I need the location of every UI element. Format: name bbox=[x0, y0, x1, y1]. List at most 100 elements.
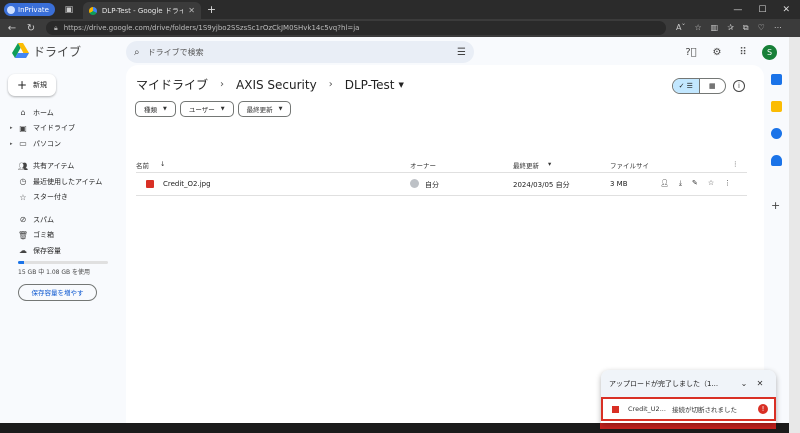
refresh-icon[interactable]: ↻ bbox=[24, 23, 38, 34]
settings-gear-icon[interactable]: ⚙ bbox=[710, 46, 724, 60]
column-modified-header[interactable]: 最終更新 bbox=[513, 160, 539, 170]
filter-type-chip[interactable]: 種類 ▼ bbox=[135, 101, 176, 117]
storage-bar-fill bbox=[18, 260, 25, 264]
drive-logo-icon[interactable] bbox=[12, 43, 29, 58]
maximize-icon[interactable]: ☐ bbox=[758, 5, 766, 15]
inprivate-badge[interactable]: InPrivate bbox=[4, 3, 55, 16]
search-icon[interactable]: ⌕ bbox=[134, 47, 140, 58]
upload-panel: アップロードが完了しました（1... ⌄ ✕ Credit_U2... 接続が切… bbox=[601, 370, 776, 423]
sidebar-nav: ⌂ ホーム ▸ ▣ マイドライブ ▸ ▭ パソコン 👥︎ 共有アイテム ◷ 最近使用… bbox=[10, 105, 120, 301]
upload-item[interactable]: Credit_U2... 接続が切断されました ! bbox=[601, 397, 776, 421]
collapse-icon[interactable]: ⌄ bbox=[736, 379, 752, 388]
home-icon: ⌂ bbox=[20, 108, 26, 118]
column-size-header[interactable]: ファイルサイ bbox=[610, 160, 649, 170]
search-bar[interactable]: ⌕ ドライブで検索 ☰ bbox=[126, 41, 474, 63]
minimize-icon[interactable]: — bbox=[733, 5, 742, 15]
sidebar-item-recent[interactable]: ◷ 最近使用したアイテム bbox=[10, 174, 120, 190]
browser-tab[interactable]: DLP-Test - Google ドライブ ✕ bbox=[82, 2, 201, 19]
column-owner-header[interactable]: オーナー bbox=[410, 160, 436, 170]
sidebar-item-trash[interactable]: 🗑︎ ゴミ箱 bbox=[10, 228, 120, 244]
tab-actions-icon[interactable]: ▣ bbox=[63, 4, 75, 16]
contacts-icon[interactable] bbox=[771, 155, 782, 166]
lock-icon: 🔒︎ bbox=[54, 23, 58, 32]
view-toggle: ✓ ☰ ▦ bbox=[672, 78, 726, 94]
tab-title: DLP-Test - Google ドライブ bbox=[101, 6, 184, 15]
rename-icon[interactable]: ✎ bbox=[692, 179, 698, 188]
filter-label: ユーザー bbox=[188, 106, 215, 114]
search-options-icon[interactable]: ☰ bbox=[457, 47, 466, 58]
filter-people-chip[interactable]: ユーザー ▼ bbox=[179, 101, 234, 117]
grid-view-button[interactable]: ▦ bbox=[700, 79, 726, 93]
drive-favicon-icon bbox=[88, 6, 97, 15]
window-bottom-edge bbox=[0, 423, 789, 433]
sidebar-item-starred[interactable]: ☆ スター付き bbox=[10, 190, 120, 206]
browser-essentials-icon[interactable]: ♡ bbox=[758, 23, 765, 33]
url-field[interactable]: 🔒︎ https://drive.google.com/drive/folder… bbox=[46, 21, 666, 35]
close-window-icon[interactable]: ✕ bbox=[782, 5, 790, 15]
sidebar-item-label: スター付き bbox=[33, 193, 68, 202]
back-icon[interactable]: ← bbox=[5, 23, 19, 34]
file-owner: 自分 bbox=[425, 181, 439, 189]
menu-dots-icon[interactable]: ⋯ bbox=[774, 23, 782, 33]
storage-bar bbox=[18, 260, 108, 264]
new-button[interactable]: + 新規 bbox=[8, 74, 56, 96]
caret-down-icon: ▼ bbox=[163, 106, 167, 112]
sidebar-item-spam[interactable]: ⊘ スパム bbox=[10, 212, 120, 228]
drive-page: ドライブ ⌕ ドライブで検索 ☰ ?⃝ ⚙ ⠿ S + 新規 ⌂ ホーム ▸ ▣ … bbox=[0, 37, 789, 423]
share-icon[interactable]: 👤︎ bbox=[660, 179, 669, 188]
storage-usage-text: 15 GB 中 1.08 GB を使用 bbox=[18, 268, 91, 276]
breadcrumb-my-drive[interactable]: マイドライブ bbox=[136, 76, 208, 93]
caret-down-icon[interactable]: ▼ bbox=[398, 81, 403, 89]
chevron-right-icon: › bbox=[220, 79, 225, 90]
sidebar-item-label: ゴミ箱 bbox=[33, 231, 54, 240]
get-more-storage-button[interactable]: 保存容量を増やす bbox=[18, 283, 97, 301]
split-screen-icon[interactable]: ▥ bbox=[711, 23, 719, 33]
apps-grid-icon[interactable]: ⠿ bbox=[736, 46, 750, 60]
cloud-icon: ☁ bbox=[19, 246, 27, 256]
file-name[interactable]: Credit_O2.jpg bbox=[163, 180, 211, 188]
new-tab-button[interactable]: + bbox=[207, 3, 216, 16]
sidebar-item-storage[interactable]: ☁ 保存容量 bbox=[10, 243, 120, 259]
url-text: https://drive.google.com/drive/folders/1… bbox=[63, 24, 360, 32]
calendar-icon[interactable] bbox=[771, 74, 782, 85]
tasks-icon[interactable] bbox=[771, 128, 782, 139]
help-icon[interactable]: ?⃝ bbox=[684, 46, 698, 60]
more-options-icon[interactable]: ⋮ bbox=[732, 160, 739, 168]
column-name-header[interactable]: 名前 bbox=[136, 160, 149, 170]
favorites-icon[interactable]: ✰ bbox=[727, 23, 734, 33]
filter-modified-chip[interactable]: 最終更新 ▼ bbox=[237, 101, 292, 117]
sidebar-item-shared[interactable]: 👥︎ 共有アイテム bbox=[10, 159, 120, 175]
sort-caret-icon[interactable]: ▾ bbox=[548, 160, 551, 168]
search-input[interactable]: ドライブで検索 bbox=[148, 47, 457, 58]
add-addon-icon[interactable]: + bbox=[771, 199, 780, 212]
sort-arrow-icon[interactable]: ↓ bbox=[160, 160, 165, 168]
breadcrumb-axis-security[interactable]: AXIS Security bbox=[236, 78, 317, 92]
plus-icon: + bbox=[16, 78, 28, 92]
filter-label: 最終更新 bbox=[246, 106, 273, 114]
close-icon[interactable]: ✕ bbox=[752, 379, 768, 388]
upload-file-name: Credit_U2... bbox=[628, 405, 666, 413]
keep-icon[interactable] bbox=[771, 101, 782, 112]
table-row[interactable]: Credit_O2.jpg 自分 2024/03/05 自分 3 MB 👤︎ ⤓… bbox=[136, 173, 747, 196]
sidebar-item-home[interactable]: ⌂ ホーム bbox=[10, 105, 120, 121]
image-file-icon bbox=[612, 405, 619, 413]
info-icon[interactable]: i bbox=[733, 80, 745, 92]
breadcrumb-dlp-test[interactable]: DLP-Test bbox=[345, 78, 395, 92]
favorite-icon[interactable]: ☆ bbox=[694, 23, 701, 33]
sidebar-item-computers[interactable]: ▸ ▭ パソコン bbox=[10, 136, 120, 152]
read-aloud-icon[interactable]: Aˇ bbox=[676, 23, 685, 33]
download-icon[interactable]: ⤓ bbox=[679, 179, 682, 188]
sidebar-item-label: 保存容量 bbox=[33, 246, 61, 255]
error-icon[interactable]: ! bbox=[758, 404, 768, 414]
collections-icon[interactable]: ⧉ bbox=[743, 23, 749, 33]
upload-panel-header: アップロードが完了しました（1... ⌄ ✕ bbox=[601, 370, 776, 397]
close-tab-icon[interactable]: ✕ bbox=[188, 6, 195, 15]
list-view-button[interactable]: ✓ ☰ bbox=[673, 79, 700, 93]
more-actions-icon[interactable]: ⋮ bbox=[724, 179, 731, 188]
sidebar-item-my-drive[interactable]: ▸ ▣ マイドライブ bbox=[10, 121, 120, 137]
image-file-icon bbox=[146, 180, 154, 188]
file-size: 3 MB bbox=[610, 180, 628, 188]
scrollbar[interactable] bbox=[789, 37, 800, 433]
upload-status-text: 接続が切断されました bbox=[672, 406, 737, 414]
star-icon[interactable]: ☆ bbox=[708, 179, 714, 188]
